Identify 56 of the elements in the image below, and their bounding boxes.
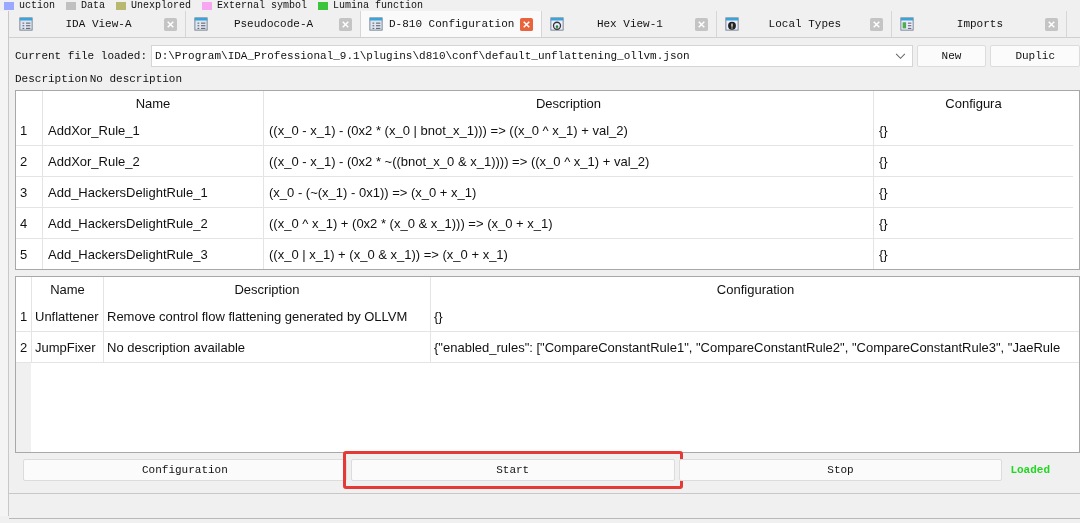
legend-label: Data — [81, 0, 106, 11]
listing-icon — [194, 17, 208, 31]
description-label: Description — [15, 73, 88, 85]
table-cell: {} — [873, 177, 1073, 208]
gauge-icon — [550, 17, 565, 31]
close-icon[interactable] — [870, 17, 884, 31]
listing-icon — [369, 17, 383, 31]
table-cell: Add_HackersDelightRule_2 — [42, 208, 263, 239]
table-cell: Remove control flow flattening generated by OLLVM — [103, 301, 430, 332]
toolbar-button[interactable]: Duplic — [990, 45, 1080, 67]
status-text: Loaded — [1010, 464, 1050, 476]
table-cell: {} — [873, 239, 1073, 269]
close-icon[interactable] — [164, 17, 177, 31]
table-cell: AddXor_Rule_1 — [42, 115, 263, 146]
close-icon[interactable] — [695, 17, 709, 31]
action-button[interactable]: Start — [350, 459, 675, 481]
legend-label: External symbol — [217, 0, 308, 11]
table-cell: Add_HackersDelightRule_1 — [42, 177, 263, 208]
table-cell: ((x_0 - x_1) - (0x2 * ~((bnot_x_0 & x_1)))) => ((x_0 ^ x_1) + val_2) — [263, 146, 873, 177]
table-cell: JumpFixer — [31, 332, 103, 363]
table-cell: No description available — [103, 332, 430, 363]
legend-label: Lumina function — [333, 0, 424, 11]
column-header[interactable]: Name — [42, 91, 263, 115]
file-dropdown[interactable]: D:\Program\IDA_Professional_9.1\plugins\d810\conf\default_unflattening_ollvm.json — [151, 45, 913, 67]
table-cell: ((x_0 | x_1) + (x_0 & x_1)) => (x_0 + x_1) — [263, 239, 873, 269]
file-label: Current file loaded: — [15, 50, 148, 62]
table-cell: {} — [873, 115, 1073, 146]
column-header[interactable]: Configura — [873, 91, 1073, 115]
table-cell: Add_HackersDelightRule_3 — [42, 239, 263, 269]
close-icon[interactable] — [1045, 17, 1059, 31]
action-button[interactable]: Configuration — [23, 459, 347, 481]
table-cell: ((x_0 - x_1) - (0x2 * (x_0 | bnot_x_1))) => ((x_0 ^ x_1) + val_2) — [263, 115, 873, 146]
action-button[interactable]: Stop — [678, 459, 1003, 481]
legend-label: uction — [19, 0, 55, 11]
column-header[interactable]: Name — [31, 277, 103, 301]
description-value: No description — [89, 73, 183, 85]
table-cell: {} — [430, 301, 1079, 332]
column-header[interactable]: Description — [263, 91, 873, 115]
listing-icon — [19, 17, 33, 31]
legend-label: Unexplored — [131, 0, 192, 11]
chevron-down-icon — [894, 52, 906, 60]
info-icon — [725, 17, 740, 31]
table-cell: ((x_0 ^ x_1) + (0x2 * (x_0 & x_1))) => (x_0 + x_1) — [263, 208, 873, 239]
table-cell: AddXor_Rule_2 — [42, 146, 263, 177]
table-cell: {"enabled_rules": ["CompareConstantRule1", "CompareConstantRule2", "CompareConstantRule3", "JaeRule — [430, 332, 1079, 363]
tab[interactable]: D-810 Configuration — [361, 11, 543, 37]
toolbar-button[interactable]: New — [916, 45, 987, 67]
imports-icon — [900, 17, 915, 31]
table-cell: {} — [873, 208, 1073, 239]
column-header[interactable]: Description — [103, 277, 430, 301]
table-cell: Unflattener — [31, 301, 103, 332]
close-icon[interactable] — [339, 17, 352, 31]
table-cell: (x_0 - (~(x_1) - 0x1)) => (x_0 + x_1) — [263, 177, 873, 208]
column-header[interactable]: Configuration — [430, 277, 1079, 301]
table-cell: {} — [873, 146, 1073, 177]
close-icon[interactable] — [520, 17, 534, 31]
